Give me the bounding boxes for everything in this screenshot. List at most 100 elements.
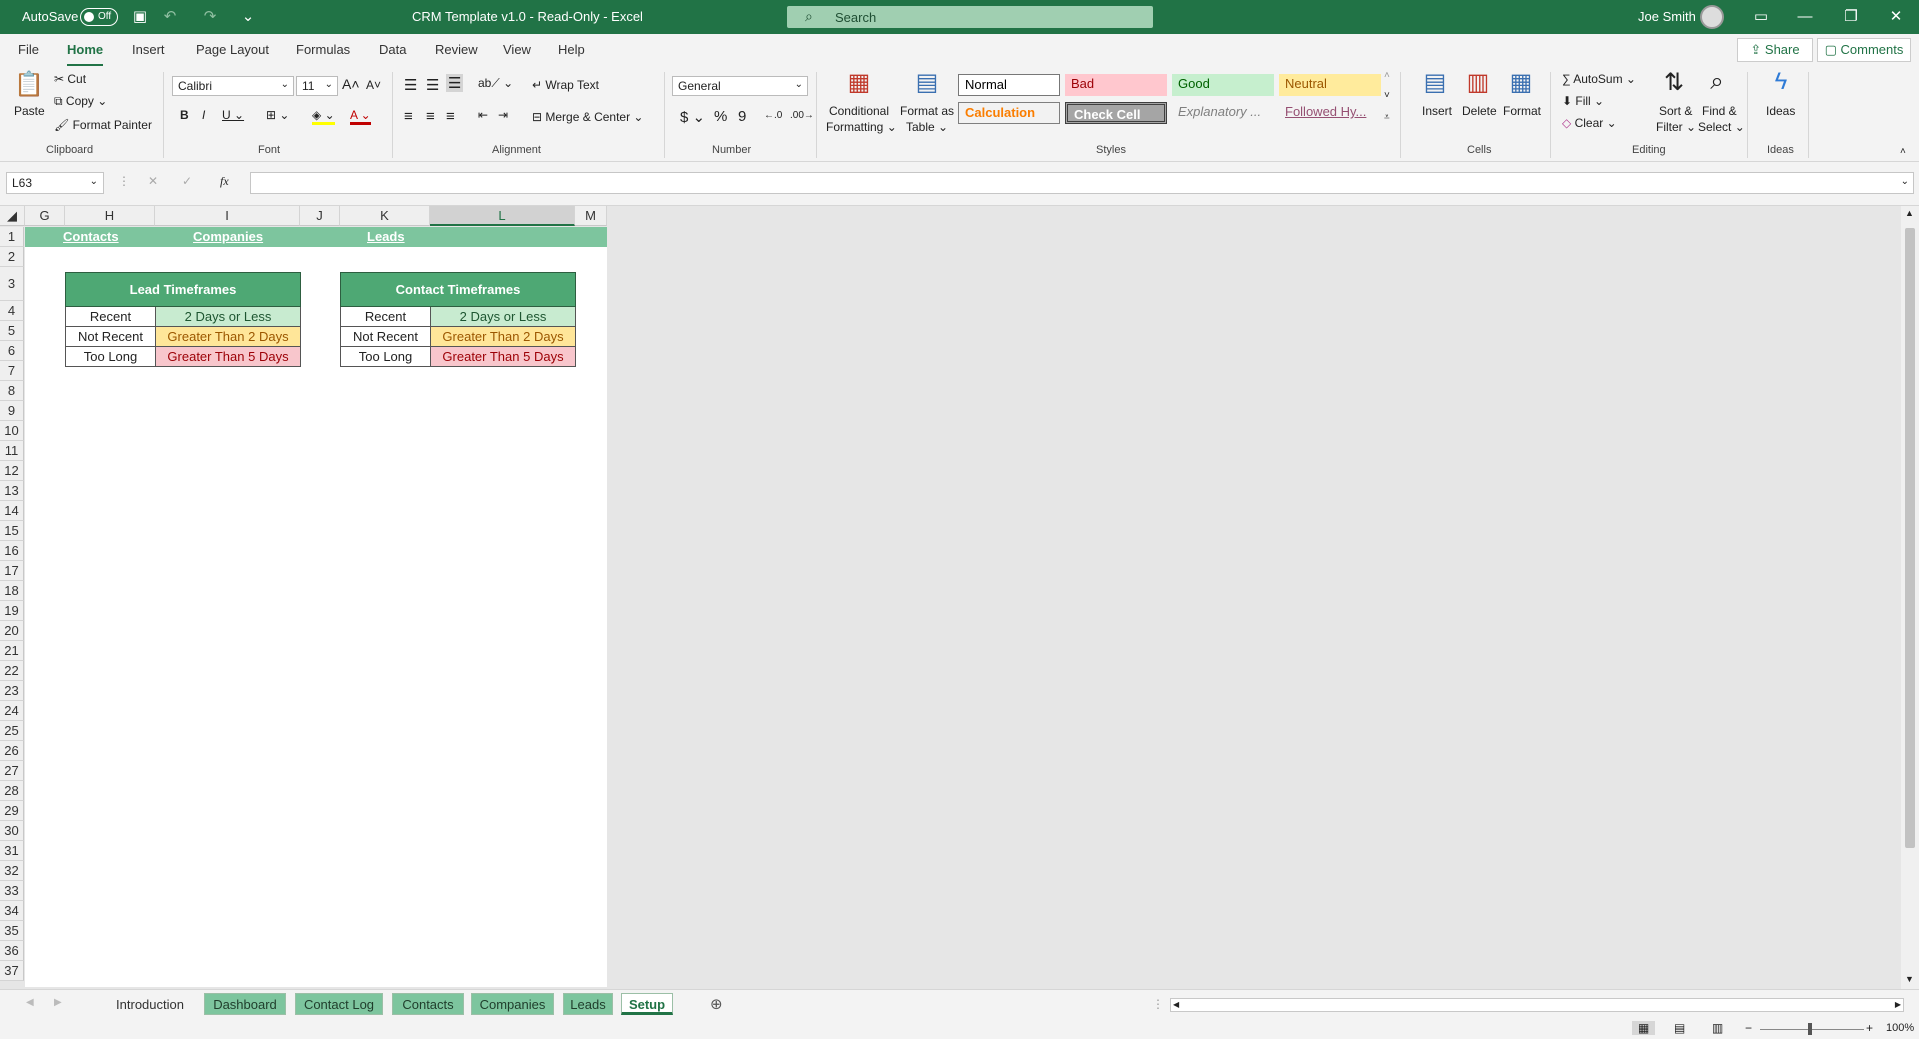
delete-cells-icon[interactable]: ▥: [1463, 68, 1493, 97]
column-header-m[interactable]: M: [575, 206, 607, 226]
name-box[interactable]: L63 ⌄: [6, 172, 104, 194]
contact-timeframe-label[interactable]: Recent: [340, 306, 431, 327]
row-header[interactable]: 18: [0, 581, 24, 601]
ribbon-display-options-icon[interactable]: ▭: [1746, 6, 1776, 28]
contact-timeframes-title[interactable]: Contact Timeframes: [340, 272, 576, 307]
clear-button[interactable]: ◇ Clear ⌄: [1562, 116, 1617, 130]
row-header[interactable]: 23: [0, 681, 24, 701]
row-header[interactable]: 36: [0, 941, 24, 961]
search-box[interactable]: ⌕ Search: [787, 6, 1153, 28]
style-normal[interactable]: Normal: [958, 74, 1060, 96]
align-bottom-icon[interactable]: ☰: [446, 74, 464, 92]
redo-icon[interactable]: ↷: [200, 7, 220, 27]
style-calculation[interactable]: Calculation: [958, 102, 1060, 124]
sheet-tab-dashboard[interactable]: Dashboard: [204, 993, 286, 1015]
sheet-tab-setup[interactable]: Setup: [621, 993, 673, 1015]
tab-formulas[interactable]: Formulas: [296, 42, 350, 57]
scroll-up-icon[interactable]: ▲: [1905, 208, 1914, 218]
column-header-i[interactable]: I: [155, 206, 300, 226]
find-select-label-1[interactable]: Find &: [1702, 104, 1737, 118]
tab-insert[interactable]: Insert: [132, 42, 165, 57]
share-button[interactable]: ⇪ Share: [1737, 38, 1813, 62]
scroll-down-icon[interactable]: ▼: [1905, 974, 1914, 984]
row-header[interactable]: 3: [0, 267, 24, 301]
tab-help[interactable]: Help: [558, 42, 585, 57]
styles-scroll-down-icon[interactable]: ˅: [1384, 90, 1390, 101]
customize-qat-icon[interactable]: ⌄: [238, 7, 258, 27]
styles-more-icon[interactable]: ⩡: [1384, 112, 1390, 123]
vertical-scroll-thumb[interactable]: [1905, 228, 1915, 848]
conditional-formatting-label-2[interactable]: Formatting ⌄: [826, 120, 897, 134]
format-as-table-label-2[interactable]: Table ⌄: [906, 120, 948, 134]
format-cells-label[interactable]: Format: [1503, 104, 1541, 118]
increase-font-icon[interactable]: A˄: [342, 76, 360, 92]
style-neutral[interactable]: Neutral: [1279, 74, 1381, 96]
borders-icon[interactable]: ⊞ ⌄: [266, 108, 289, 122]
sheet-tab-companies[interactable]: Companies: [471, 993, 554, 1015]
page-break-view-icon[interactable]: ▥: [1712, 1021, 1723, 1035]
column-header-g[interactable]: G: [25, 206, 65, 226]
conditional-formatting-label-1[interactable]: Conditional: [828, 104, 890, 118]
orientation-icon[interactable]: ab⟋ ⌄: [478, 76, 513, 91]
tab-file[interactable]: File: [18, 42, 39, 57]
find-select-icon[interactable]: ⌕: [1702, 68, 1732, 96]
styles-scroll-up-icon[interactable]: ˄: [1384, 70, 1390, 81]
row-header[interactable]: 26: [0, 741, 24, 761]
row-header[interactable]: 5: [0, 321, 24, 341]
formula-input[interactable]: ⌄: [250, 172, 1914, 194]
underline-icon[interactable]: U ⌄: [222, 108, 244, 122]
normal-view-icon[interactable]: ▦: [1632, 1021, 1656, 1035]
lead-timeframe-value[interactable]: 2 Days or Less: [155, 306, 301, 327]
nav-link-contacts[interactable]: Contacts: [63, 229, 119, 244]
style-good[interactable]: Good: [1172, 74, 1274, 96]
format-as-table-icon[interactable]: ▤: [912, 68, 942, 97]
row-header[interactable]: 14: [0, 501, 24, 521]
contact-timeframe-value[interactable]: Greater Than 2 Days: [430, 326, 576, 347]
format-cells-icon[interactable]: ▦: [1506, 68, 1536, 97]
wrap-text-button[interactable]: ↵ Wrap Text: [532, 78, 599, 92]
next-sheet-icon[interactable]: ▶: [54, 997, 62, 1008]
nav-link-companies[interactable]: Companies: [193, 229, 263, 244]
increase-decimal-icon[interactable]: ←.0: [764, 110, 782, 121]
row-header[interactable]: 22: [0, 661, 24, 681]
comments-button[interactable]: ▢ Comments: [1817, 38, 1911, 62]
row-header[interactable]: 8: [0, 381, 24, 401]
align-right-icon[interactable]: ≡: [446, 108, 455, 125]
sort-filter-icon[interactable]: ⇅: [1659, 68, 1689, 97]
row-header[interactable]: 1: [0, 227, 24, 247]
sheet-tab-introduction[interactable]: Introduction: [108, 993, 192, 1015]
scroll-left-icon[interactable]: ◀: [1173, 1000, 1179, 1009]
lead-timeframe-label[interactable]: Recent: [65, 306, 156, 327]
zoom-in-icon[interactable]: +: [1866, 1021, 1873, 1035]
minimize-icon[interactable]: —: [1790, 6, 1820, 28]
zoom-slider[interactable]: [1760, 1029, 1864, 1030]
collapse-ribbon-icon[interactable]: ˄: [1900, 146, 1906, 157]
contact-timeframe-value[interactable]: Greater Than 5 Days: [430, 346, 576, 367]
insert-function-icon[interactable]: fx: [220, 174, 229, 189]
number-format-select[interactable]: General ⌄: [672, 76, 808, 96]
tab-view[interactable]: View: [503, 42, 531, 57]
row-header[interactable]: 6: [0, 341, 24, 361]
sheet-content[interactable]: Contacts Companies Leads Lead Timeframes…: [25, 227, 607, 987]
save-icon[interactable]: ▣: [130, 7, 150, 27]
select-all-corner[interactable]: ◢: [0, 206, 25, 226]
page-layout-view-icon[interactable]: ▤: [1674, 1021, 1685, 1035]
row-header[interactable]: 10: [0, 421, 24, 441]
row-header[interactable]: 9: [0, 401, 24, 421]
sheet-tab-leads[interactable]: Leads: [563, 993, 613, 1015]
currency-icon[interactable]: $ ⌄: [680, 108, 705, 126]
avatar[interactable]: [1700, 5, 1724, 29]
align-center-icon[interactable]: ≡: [426, 108, 435, 125]
prev-sheet-icon[interactable]: ◀: [26, 997, 34, 1008]
row-header[interactable]: 12: [0, 461, 24, 481]
sheet-tab-contact-log[interactable]: Contact Log: [295, 993, 383, 1015]
format-painter-button[interactable]: 🖌 Format Painter: [54, 118, 152, 132]
style-explanatory[interactable]: Explanatory ...: [1172, 102, 1274, 124]
enter-icon[interactable]: ✓: [182, 174, 192, 188]
column-header-j[interactable]: J: [300, 206, 340, 226]
bold-icon[interactable]: B: [180, 108, 189, 122]
decrease-decimal-icon[interactable]: .00→: [790, 110, 814, 121]
row-header[interactable]: 19: [0, 601, 24, 621]
ideas-icon[interactable]: ϟ: [1766, 68, 1796, 96]
style-followed-hyperlink[interactable]: Followed Hy...: [1279, 102, 1381, 124]
